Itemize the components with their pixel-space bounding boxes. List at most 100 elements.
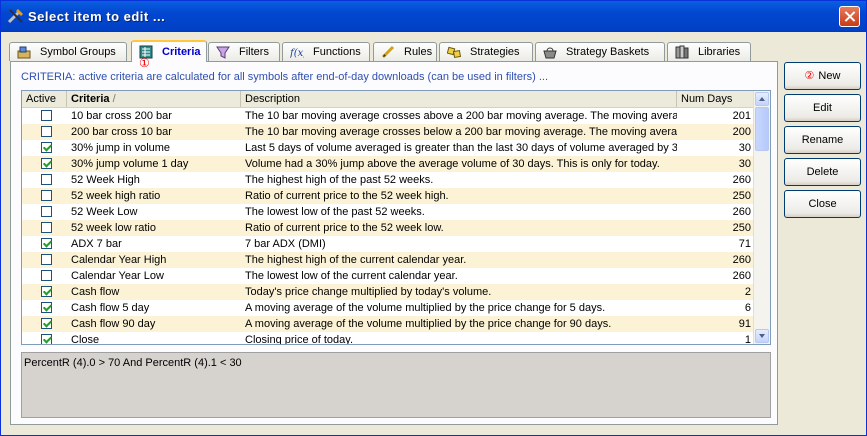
active-checkbox[interactable]: [41, 270, 52, 281]
tab-rules[interactable]: Rules: [373, 42, 437, 61]
tab-libraries[interactable]: Libraries: [667, 42, 751, 61]
num-days-cell: 30: [738, 158, 751, 170]
active-cell: [22, 156, 67, 172]
criteria-name-cell: Cash flow: [71, 286, 120, 298]
active-checkbox[interactable]: [41, 190, 52, 201]
num-days-cell: 201: [732, 110, 751, 122]
new-button[interactable]: ② New: [784, 62, 861, 90]
table-row[interactable]: Cash flow Today's price change multiplied…: [22, 284, 755, 300]
window-close-button[interactable]: [839, 6, 860, 27]
table-row[interactable]: 30% jump volume 1 day Volume had a 30% ju…: [22, 156, 755, 172]
active-cell: [22, 124, 67, 140]
table-row[interactable]: Calendar Year Low The lowest low of the c…: [22, 268, 755, 284]
description-cell: A moving average of the volume multiplie…: [245, 302, 606, 314]
criteria-name-cell: Cash flow 90 day: [71, 318, 156, 330]
active-checkbox[interactable]: [41, 142, 52, 153]
active-cell: [22, 140, 67, 156]
table-row[interactable]: 52 Week Low The lowest low of the past 52…: [22, 204, 755, 220]
delete-button[interactable]: Delete: [784, 158, 861, 186]
scroll-thumb[interactable]: [755, 107, 769, 151]
filters-icon: [216, 46, 230, 59]
num-days-cell: 2: [744, 286, 751, 298]
active-checkbox[interactable]: [41, 254, 52, 265]
functions-icon: f(x): [290, 48, 304, 59]
column-header-num-days[interactable]: Num Days: [677, 91, 755, 107]
scroll-down-button[interactable]: [755, 329, 769, 343]
active-cell: [22, 284, 67, 300]
tab-label: Functions: [313, 46, 361, 58]
description-cell: Ratio of current price to the 52 week hi…: [245, 190, 449, 202]
table-row[interactable]: 30% jump in volume Last 5 days of volume …: [22, 140, 755, 156]
criteria-name-cell: Calendar Year Low: [71, 270, 164, 282]
criteria-name-cell: 52 Week Low: [71, 206, 138, 218]
column-header-criteria[interactable]: Criteria /: [67, 91, 241, 107]
criteria-name-cell: 52 week low ratio: [71, 222, 156, 234]
button-label: Rename: [801, 134, 844, 146]
edit-button[interactable]: Edit: [784, 94, 861, 122]
description-cell: A moving average of the volume multiplie…: [245, 318, 612, 330]
criteria-name-cell: 10 bar cross 200 bar: [71, 110, 172, 122]
annotation-marker-2: ②: [804, 70, 815, 82]
active-checkbox[interactable]: [41, 110, 52, 121]
active-checkbox[interactable]: [41, 238, 52, 249]
tab-functions[interactable]: f(x) Functions: [282, 42, 370, 61]
tab-label: Rules: [404, 46, 433, 58]
num-days-cell: 260: [732, 254, 751, 266]
active-checkbox[interactable]: [41, 222, 52, 233]
tab-label: Symbol Groups: [40, 46, 116, 58]
table-row[interactable]: 10 bar cross 200 bar The 10 bar moving av…: [22, 108, 755, 124]
title-bar[interactable]: Select item to edit ...: [1, 1, 866, 32]
table-header: Active Criteria / Description Num Days: [22, 91, 755, 108]
formula-preview: PercentR (4).0 > 70 And PercentR (4).1 <…: [21, 352, 771, 418]
active-checkbox[interactable]: [41, 318, 52, 329]
num-days-cell: 71: [738, 238, 751, 250]
table-row[interactable]: ADX 7 bar 7 bar ADX (DMI) 71: [22, 236, 755, 252]
tab-label: Strategies: [470, 46, 520, 58]
criteria-name-cell: Close: [71, 334, 100, 345]
tab-filters[interactable]: Filters: [208, 42, 280, 61]
active-checkbox[interactable]: [41, 158, 52, 169]
table-row[interactable]: Close Closing price of today. 1: [22, 332, 755, 345]
description-cell: Ratio of current price to the 52 week lo…: [245, 222, 444, 234]
table-row[interactable]: Calendar Year High The highest high of th…: [22, 252, 755, 268]
num-days-cell: 260: [732, 270, 751, 282]
active-checkbox[interactable]: [41, 126, 52, 137]
table-vertical-scrollbar[interactable]: [753, 91, 770, 344]
column-header-description[interactable]: Description: [241, 91, 677, 107]
strategy-baskets-icon: [543, 47, 557, 59]
column-header-active[interactable]: Active: [22, 91, 67, 107]
close-button[interactable]: Close: [784, 190, 861, 218]
scroll-up-button[interactable]: [755, 92, 769, 106]
active-cell: [22, 204, 67, 220]
tab-strategies[interactable]: Strategies: [439, 42, 533, 61]
num-days-cell: 6: [744, 302, 751, 314]
criteria-name-cell: 52 week high ratio: [71, 190, 161, 202]
description-cell: Closing price of today.: [245, 334, 354, 345]
select-item-dialog: Select item to edit ... Symbol Groups Cr…: [0, 0, 867, 436]
criteria-name-cell: Cash flow 5 day: [71, 302, 150, 314]
rename-button[interactable]: Rename: [784, 126, 861, 154]
active-checkbox[interactable]: [41, 286, 52, 297]
table-row[interactable]: 52 week low ratio Ratio of current price …: [22, 220, 755, 236]
table-row[interactable]: 200 bar cross 10 bar The 10 bar moving av…: [22, 124, 755, 140]
active-checkbox[interactable]: [41, 302, 52, 313]
active-checkbox[interactable]: [41, 206, 52, 217]
description-cell: The highest high of the current calendar…: [245, 254, 467, 266]
table-row[interactable]: Cash flow 5 day A moving average of the v…: [22, 300, 755, 316]
active-checkbox[interactable]: [41, 334, 52, 344]
table-row[interactable]: Cash flow 90 day A moving average of the …: [22, 316, 755, 332]
tab-strategy-baskets[interactable]: Strategy Baskets: [535, 42, 665, 61]
description-cell: The lowest low of the past 52 weeks.: [245, 206, 425, 218]
active-cell: [22, 108, 67, 124]
criteria-name-cell: 200 bar cross 10 bar: [71, 126, 172, 138]
tab-label: Filters: [239, 46, 269, 58]
table-row[interactable]: 52 week high ratio Ratio of current price…: [22, 188, 755, 204]
table-row[interactable]: 52 Week High The highest high of the past…: [22, 172, 755, 188]
tab-symbol-groups[interactable]: Symbol Groups: [9, 42, 127, 61]
rules-icon: [381, 45, 395, 59]
tab-label: Libraries: [698, 46, 741, 58]
criteria-name-cell: Calendar Year High: [71, 254, 167, 266]
active-cell: [22, 188, 67, 204]
active-checkbox[interactable]: [41, 174, 52, 185]
button-label: Delete: [806, 166, 839, 178]
